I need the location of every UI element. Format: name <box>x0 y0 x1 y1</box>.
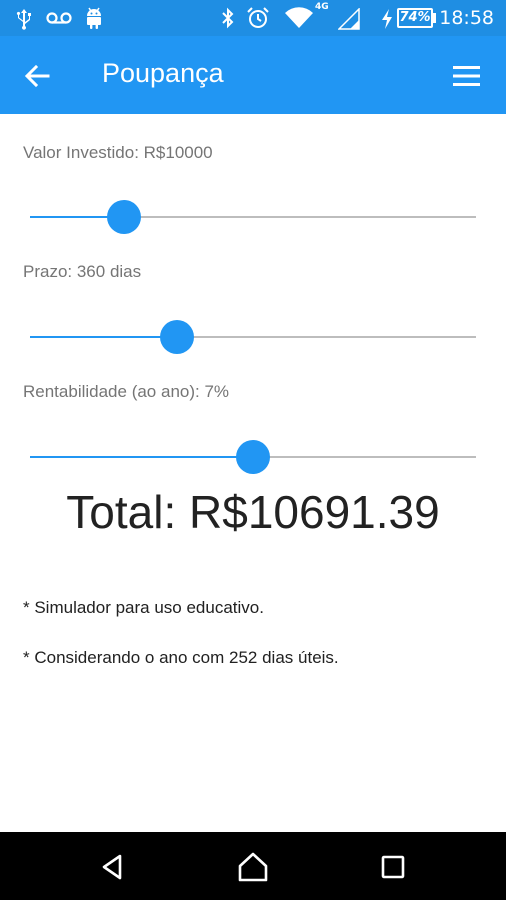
battery-nub <box>433 13 436 23</box>
hamburger-menu-icon[interactable] <box>450 60 484 92</box>
slider-fill <box>30 336 178 338</box>
slider-thumb[interactable] <box>236 440 270 474</box>
note-educativo: * Simulador para uso educativo. <box>23 598 264 617</box>
slider-thumb[interactable] <box>160 320 195 354</box>
rentabilidade-slider[interactable] <box>30 437 476 477</box>
status-bar: 4G 74% 18:58 <box>0 0 506 36</box>
android-icon <box>87 7 101 29</box>
prazo-label: Prazo: 360 dias <box>23 262 142 281</box>
alarm-icon <box>247 7 269 28</box>
note-dias-uteis: * Considerando o ano com 252 dias úteis. <box>23 648 339 667</box>
rentabilidade-label: Rentabilidade (ao ano): 7% <box>23 382 230 401</box>
nav-back-icon[interactable] <box>96 850 130 884</box>
app-bar: Poupança <box>0 36 506 114</box>
prazo-slider[interactable] <box>30 317 476 357</box>
slider-fill <box>30 456 253 458</box>
wifi-icon <box>285 7 313 28</box>
network-type: 4G <box>315 2 329 12</box>
valor-investido-slider[interactable] <box>30 197 476 237</box>
clock: 18:58 <box>439 7 494 29</box>
usb-icon <box>16 9 31 30</box>
total-value: Total: R$10691.39 <box>66 486 440 538</box>
nav-recents-icon[interactable] <box>376 850 410 884</box>
slider-thumb[interactable] <box>106 200 141 234</box>
page-title: Poupança <box>102 58 224 88</box>
nav-home-icon[interactable] <box>236 850 270 884</box>
navigation-bar <box>0 832 506 900</box>
valor-investido-label: Valor Investido: R$10000 <box>23 143 213 162</box>
signal-icon <box>338 8 360 30</box>
battery-charging-icon <box>382 9 392 29</box>
battery-level: 74% <box>397 8 433 28</box>
bluetooth-icon <box>222 7 234 29</box>
voicemail-icon <box>46 12 72 24</box>
arrow-back-icon[interactable] <box>22 60 54 92</box>
